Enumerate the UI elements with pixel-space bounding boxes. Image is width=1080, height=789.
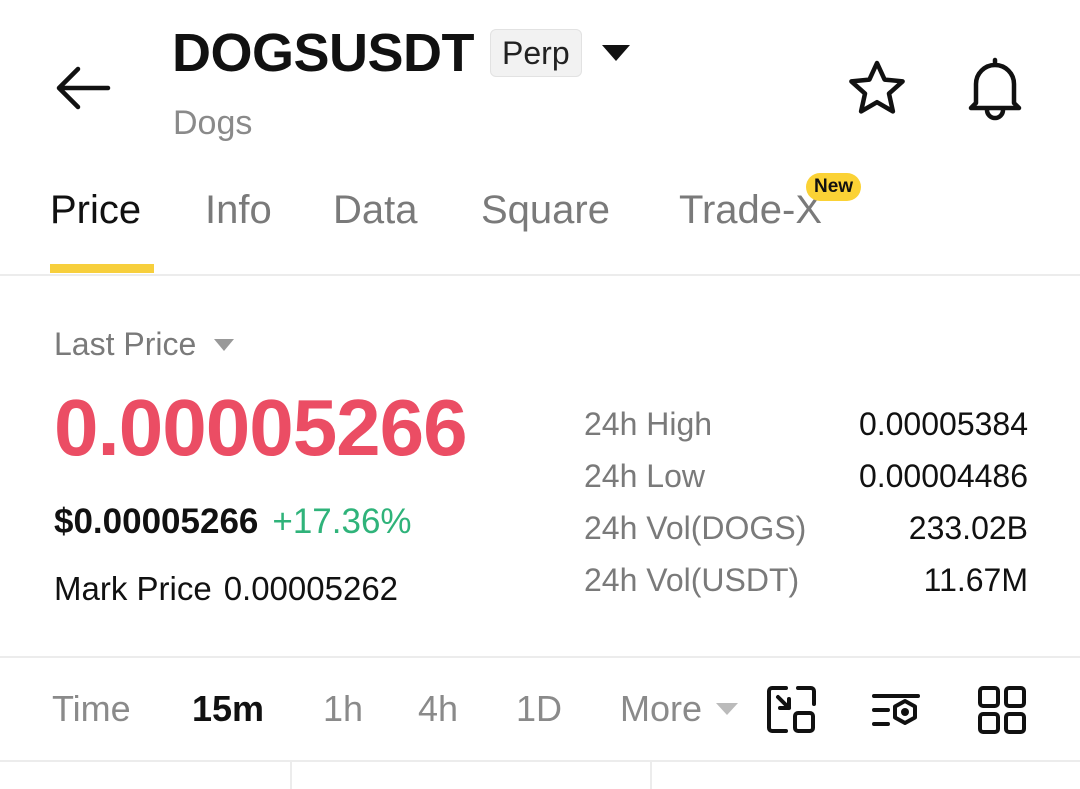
price-change-percent: +17.36% <box>272 502 412 541</box>
stat-value: 233.02B <box>908 509 1028 546</box>
back-button[interactable] <box>50 60 114 116</box>
fullscreen-chart-button[interactable] <box>766 684 818 736</box>
stat-row: 24h Vol(USDT) 11.67M <box>584 554 1028 606</box>
interval-15m[interactable]: 15m <box>192 688 264 730</box>
arrow-left-icon <box>56 66 111 110</box>
base-asset-name: Dogs <box>173 104 253 142</box>
bell-icon <box>968 57 1022 121</box>
favorite-button[interactable] <box>844 56 910 122</box>
bottom-divider <box>0 760 1080 762</box>
mark-price-label: Mark Price <box>54 570 212 607</box>
column-separator <box>650 762 652 789</box>
interval-4h[interactable]: 4h <box>418 688 458 730</box>
24h-stats: 24h High 0.00005384 24h Low 0.00004486 2… <box>584 398 1028 606</box>
contract-type-badge: Perp <box>490 29 582 77</box>
stat-label: 24h Low <box>584 457 705 494</box>
indicator-settings-button[interactable] <box>870 684 922 736</box>
stat-label: 24h Vol(USDT) <box>584 561 800 598</box>
section-divider <box>0 656 1080 658</box>
active-tab-indicator <box>50 264 154 273</box>
new-badge: New <box>806 173 862 201</box>
interval-1d[interactable]: 1D <box>516 688 562 730</box>
more-label: More <box>620 688 703 729</box>
caret-down-icon <box>214 338 235 351</box>
price-alert-button[interactable] <box>960 54 1030 124</box>
expand-chart-icon <box>767 686 816 733</box>
symbol-title: DOGSUSDT <box>172 23 475 83</box>
stat-value: 0.00004486 <box>858 457 1028 494</box>
symbol-dropdown-icon[interactable] <box>601 45 630 61</box>
stat-row: 24h Vol(DOGS) 233.02B <box>584 502 1028 554</box>
stat-label: 24h High <box>584 405 713 442</box>
tab-square[interactable]: Square <box>481 188 610 233</box>
stat-label: 24h Vol(DOGS) <box>584 509 807 546</box>
price-type-label: Last Price <box>54 326 197 362</box>
tab-price[interactable]: Price <box>50 188 141 233</box>
stat-row: 24h Low 0.00004486 <box>584 450 1028 502</box>
mark-price-value: 0.00005262 <box>223 570 399 607</box>
usd-price: $0.00005266 <box>54 502 259 541</box>
column-separator <box>290 762 292 789</box>
usd-price-row: $0.00005266 +17.36% <box>54 502 412 542</box>
tab-info[interactable]: Info <box>205 188 272 233</box>
more-intervals-dropdown[interactable]: More <box>620 688 739 730</box>
stat-value: 0.00005384 <box>858 405 1028 442</box>
layout-button[interactable] <box>976 684 1028 736</box>
mark-price-row: Mark Price 0.00005262 <box>54 570 410 608</box>
stat-row: 24h High 0.00005384 <box>584 398 1028 450</box>
section-tabs: Price Info Data Square Trade-X <box>0 180 1080 276</box>
symbol-header[interactable]: DOGSUSDT Perp <box>172 22 630 84</box>
last-price-value: 0.00005266 <box>54 383 468 472</box>
price-type-selector[interactable]: Last Price <box>54 326 235 363</box>
tab-trade-x[interactable]: Trade-X <box>679 188 822 233</box>
interval-1h[interactable]: 1h <box>323 688 363 730</box>
tab-data[interactable]: Data <box>333 188 418 233</box>
grid-layout-icon <box>978 686 1026 734</box>
stat-value: 11.67M <box>923 561 1028 598</box>
time-label: Time <box>52 688 131 729</box>
caret-down-icon <box>716 703 739 715</box>
chart-interval-bar: Time 15m 1h 4h 1D More <box>0 664 1080 760</box>
indicator-settings-icon <box>872 694 920 726</box>
star-icon <box>849 60 905 114</box>
